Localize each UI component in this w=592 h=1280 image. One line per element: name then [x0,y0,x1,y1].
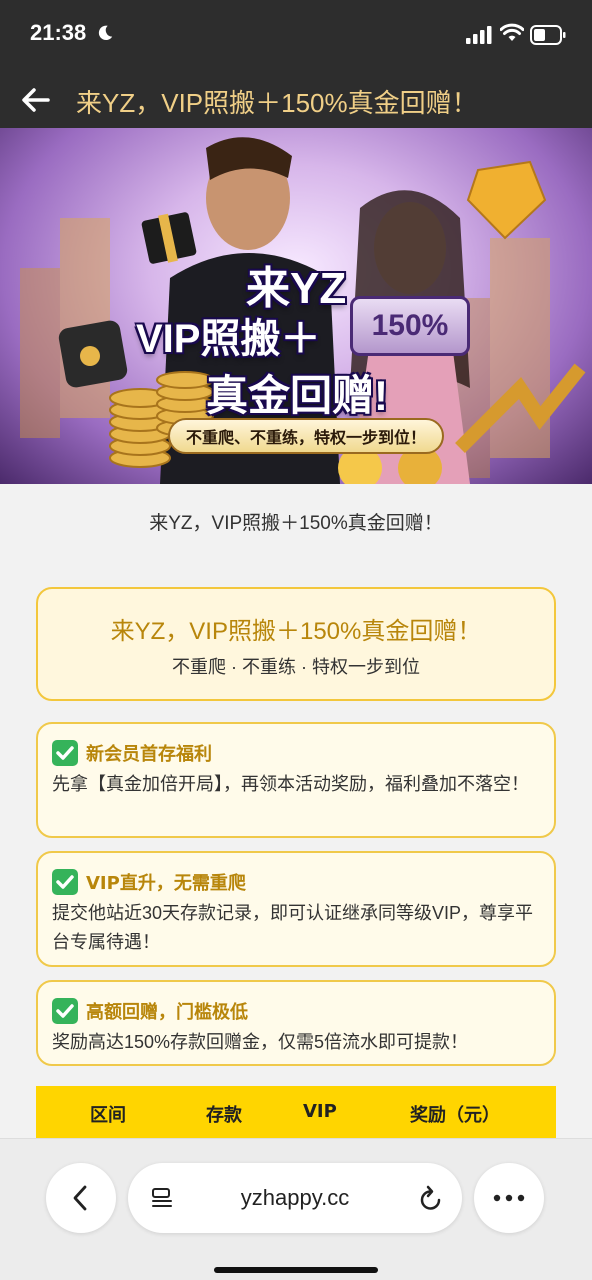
column-header-range: 区间 [90,1105,126,1126]
check-icon [52,740,78,766]
feature-title: 新会员首存福利 [86,744,212,765]
page-title: 来YZ，VIP照搬＋150%真金回赠！ [76,88,478,118]
battery-icon [530,25,566,45]
hero-title: 来YZ，VIP照搬＋150%真金回赠！ [110,618,482,645]
feature-card: VIP直升，无需重爬 提交他站近30天存款记录，即可认证继承同等级VIP，尊享平… [36,851,556,967]
feature-text: 先拿【真金加倍开局】，再领本活动奖励，福利叠加不落空！ [52,774,529,794]
hero-card: 来YZ，VIP照搬＋150%真金回赠！ 不重爬 · 不重练 · 特权一步到位 [36,587,556,701]
page-subtitle: 来YZ，VIP照搬＋150%真金回赠！ [149,513,443,534]
back-arrow-icon[interactable] [20,84,52,116]
hero-subtitle: 不重爬 · 不重练 · 特权一步到位 [172,657,420,677]
feature-card: 高额回赠，门槛极低 奖励高达150%存款回赠金，仅需5倍流水即可提款！ [36,980,556,1066]
banner-percent-badge: 150% [350,296,470,356]
nav-header: 来YZ，VIP照搬＋150%真金回赠！ [0,72,592,128]
column-header-vip: VIP [303,1101,337,1122]
wifi-icon [500,23,524,41]
cellular-signal-icon [466,26,492,44]
browser-toolbar: yzhappy.cc [0,1138,592,1280]
reload-icon[interactable] [418,1184,444,1212]
check-icon [52,998,78,1024]
more-options-button[interactable] [474,1163,544,1233]
status-bar: 21:38 [0,0,592,72]
url-text: yzhappy.cc [240,1185,350,1210]
check-icon [52,869,78,895]
promo-banner: 来YZ VIP照搬＋ 150% 真金回赠! 不重爬、不重练，特权一步到位！ [0,128,592,484]
moon-icon [98,25,113,41]
feature-title: 高额回赠，门槛极低 [86,1002,248,1023]
banner-tagline: 不重爬、不重练，特权一步到位！ [168,418,444,454]
feature-text: 奖励高达150%存款回赠金，仅需5倍流水即可提款！ [52,1032,469,1052]
column-header-reward: 奖励（元） [410,1105,500,1126]
column-header-deposit: 存款 [206,1105,242,1126]
more-icon [493,1194,525,1202]
chevron-left-icon [73,1185,87,1211]
status-time: 21:38 [30,20,87,45]
feature-card: 新会员首存福利 先拿【真金加倍开局】，再领本活动奖励，福利叠加不落空！ [36,722,556,838]
banner-headline-3: 真金回赠! [206,372,388,419]
reward-table-header: 区间 存款 VIP 奖励（元） [36,1086,556,1140]
home-indicator[interactable] [214,1267,378,1273]
feature-title: VIP直升，无需重爬 [86,873,246,894]
feature-text: 提交他站近30天存款记录，即可认证继承同等级VIP，尊享平台专属待遇！ [52,903,534,952]
url-bar[interactable]: yzhappy.cc [128,1163,462,1233]
browser-back-button[interactable] [46,1163,116,1233]
banner-headline-2: VIP照搬＋ [136,317,321,361]
